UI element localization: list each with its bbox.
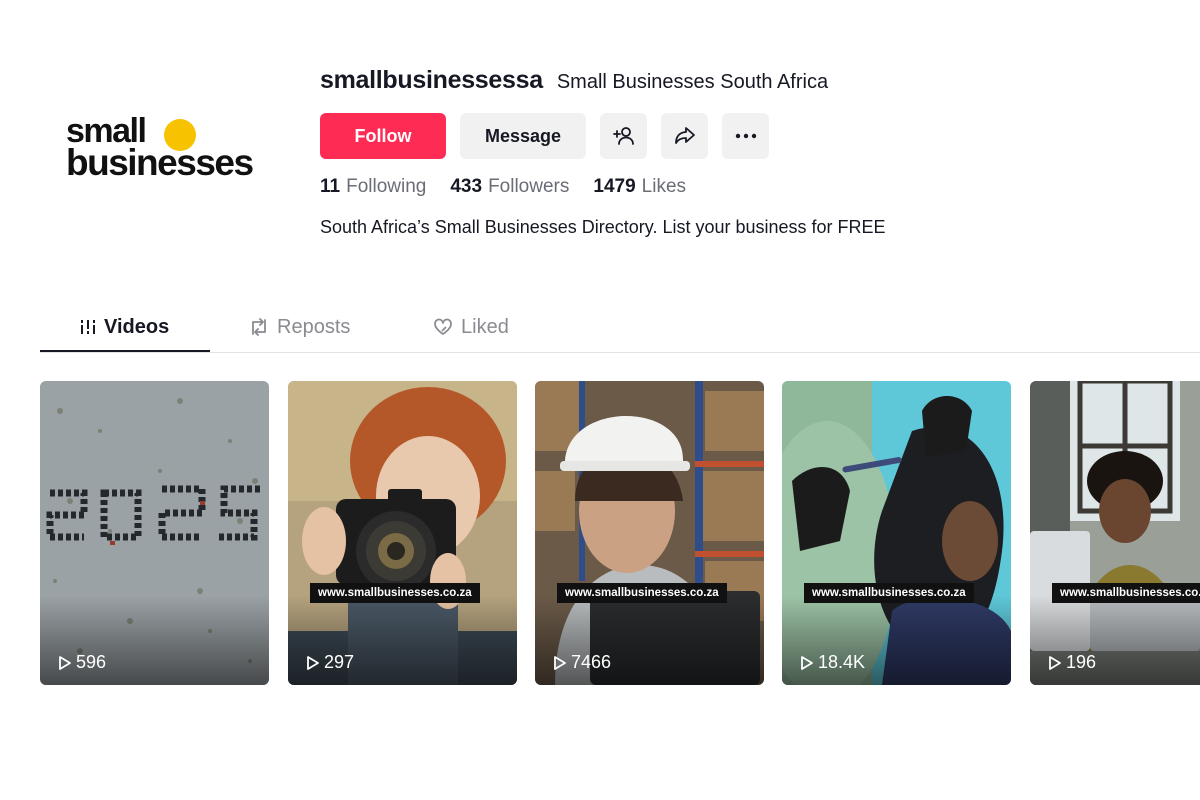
video-card[interactable]: 596 bbox=[40, 381, 269, 685]
followers-count: 433 bbox=[450, 176, 483, 197]
play-icon bbox=[554, 655, 566, 670]
tab-videos-label: Videos bbox=[104, 315, 170, 338]
view-count: 196 bbox=[1046, 652, 1096, 673]
video-card[interactable]: www.smallbusinesses.co.za 18.4K bbox=[782, 381, 1011, 685]
message-button[interactable]: Message bbox=[460, 113, 586, 159]
tab-reposts[interactable]: Reposts bbox=[249, 304, 350, 350]
repost-icon bbox=[252, 318, 266, 336]
heart-outline-icon bbox=[434, 318, 452, 335]
grid-bars-icon bbox=[81, 320, 95, 334]
profile-bio: South Africa’s Small Businesses Director… bbox=[320, 217, 886, 237]
view-count-text: 297 bbox=[324, 652, 355, 672]
tab-liked[interactable]: Liked bbox=[433, 304, 509, 350]
tab-liked-label: Liked bbox=[461, 315, 509, 338]
active-tab-indicator bbox=[40, 350, 210, 352]
play-icon bbox=[59, 655, 71, 670]
logo-text-businesses: businesses bbox=[66, 142, 254, 183]
add-friend-button[interactable] bbox=[600, 113, 647, 159]
person-plus-icon bbox=[612, 127, 634, 145]
view-count: 7466 bbox=[551, 652, 611, 673]
following-label: Following bbox=[346, 176, 427, 197]
video-card[interactable]: www.smallbusinesses.co.za 196 bbox=[1030, 381, 1200, 685]
view-count: 596 bbox=[56, 652, 106, 673]
view-count-text: 596 bbox=[76, 652, 107, 672]
play-icon bbox=[801, 655, 813, 670]
following-stat[interactable]: 11 Following bbox=[320, 176, 426, 198]
view-count-text: 18.4K bbox=[818, 652, 866, 672]
profile-tabs: Videos Reposts Liked bbox=[40, 304, 1200, 353]
followers-label: Followers bbox=[488, 176, 570, 197]
follow-button[interactable]: Follow bbox=[320, 113, 446, 159]
share-arrow-icon bbox=[674, 127, 695, 144]
view-count-text: 196 bbox=[1066, 652, 1097, 672]
view-count: 297 bbox=[304, 652, 354, 673]
tab-videos[interactable]: Videos bbox=[80, 304, 169, 350]
ellipsis-icon bbox=[735, 133, 756, 139]
video-card[interactable]: www.smallbusinesses.co.za 7466 bbox=[535, 381, 764, 685]
followers-stat[interactable]: 433 Followers bbox=[450, 176, 569, 198]
likes-stat: 1479 Likes bbox=[593, 176, 686, 198]
video-grid: 596 www.smallbusinesses.co.za 297 www.sm… bbox=[40, 381, 1200, 686]
profile-nickname: Small Businesses South Africa bbox=[556, 71, 829, 93]
tab-reposts-label: Reposts bbox=[277, 315, 351, 338]
video-card[interactable]: www.smallbusinesses.co.za 297 bbox=[288, 381, 517, 685]
likes-label: Likes bbox=[641, 176, 687, 197]
profile-avatar-logo[interactable]: small businesses bbox=[40, 92, 280, 202]
following-count: 11 bbox=[320, 176, 341, 197]
view-count: 18.4K bbox=[798, 652, 865, 673]
profile-stats: 11 Following 433 Followers 1479 Likes bbox=[320, 176, 686, 198]
likes-count: 1479 bbox=[593, 176, 636, 197]
profile-username: smallbusinessessa bbox=[320, 66, 543, 94]
share-button[interactable] bbox=[661, 113, 708, 159]
view-count-text: 7466 bbox=[571, 652, 612, 672]
profile-actions: Follow Message bbox=[320, 113, 769, 159]
play-icon bbox=[1049, 655, 1061, 670]
more-options-button[interactable] bbox=[722, 113, 769, 159]
play-icon bbox=[307, 655, 319, 670]
profile-title-row: smallbusinessessa Small Businesses South… bbox=[320, 66, 828, 95]
